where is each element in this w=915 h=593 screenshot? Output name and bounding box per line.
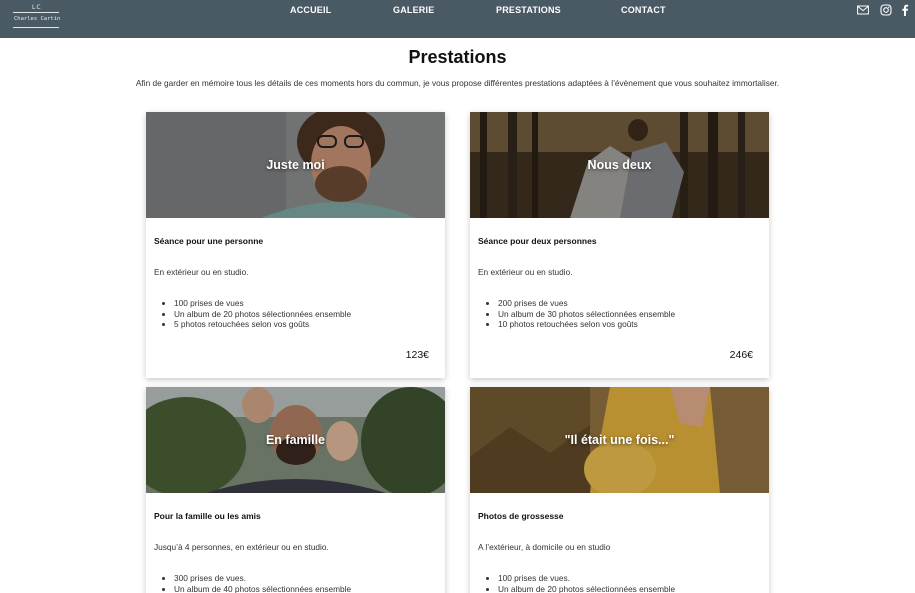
mail-icon[interactable] (857, 4, 869, 16)
page-title: Prestations (408, 47, 507, 67)
list-item: 5 photos retouchées selon vos goûts (174, 319, 351, 330)
nav-galerie[interactable]: GALERIE (393, 5, 434, 15)
logo-monogram: LC (32, 4, 42, 11)
list-item: Un album de 20 photos sélectionnées ense… (498, 584, 675, 593)
logo-line-bottom (13, 27, 59, 28)
card-title: "Il était une fois..." (564, 433, 675, 447)
card-description: A l’extérieur, à domicile ou en studio (478, 542, 611, 552)
offer-card-juste-moi[interactable]: Juste moi Séance pour une personne En ex… (146, 112, 445, 378)
card-description: En extérieur ou en studio. (478, 267, 573, 277)
list-item: 200 prises de vues (498, 298, 675, 309)
top-navigation-bar: LC Charles Cartin ACCUEIL GALERIE PRESTA… (0, 0, 915, 38)
card-feature-list: 300 prises de vues. Un album de 40 photo… (174, 573, 351, 593)
card-subtitle: Photos de grossesse (478, 511, 564, 521)
list-item: Un album de 20 photos sélectionnées ense… (174, 309, 351, 320)
list-item: 10 photos retouchées selon vos goûts (498, 319, 675, 330)
list-item: 100 prises de vues. (498, 573, 675, 584)
offer-card-il-etait-une-fois[interactable]: "Il était une fois..." Photos de grosses… (470, 387, 769, 593)
instagram-icon[interactable] (880, 4, 892, 16)
card-description: En extérieur ou en studio. (154, 267, 249, 277)
offer-card-nous-deux[interactable]: Nous deux Séance pour deux personnes En … (470, 112, 769, 378)
card-subtitle: Séance pour une personne (154, 236, 264, 246)
card-feature-list: 100 prises de vues Un album de 20 photos… (174, 298, 351, 330)
card-subtitle: Séance pour deux personnes (478, 236, 597, 246)
list-item: Un album de 30 photos sélectionnées ense… (498, 309, 675, 320)
card-title: Juste moi (266, 158, 325, 172)
card-price: 246€ (729, 349, 753, 361)
card-price: 123€ (405, 349, 429, 361)
page-intro: Afin de garder en mémoire tous les détai… (135, 78, 780, 88)
card-title: Nous deux (587, 158, 652, 172)
card-description: Jusqu’à 4 personnes, en extérieur ou en … (154, 542, 329, 552)
offer-card-en-famille[interactable]: En famille Pour la famille ou les amis J… (146, 387, 445, 593)
nav-prestations[interactable]: PRESTATIONS (496, 5, 561, 15)
card-title: En famille (265, 433, 326, 447)
facebook-icon[interactable] (899, 4, 911, 16)
list-item: 300 prises de vues. (174, 573, 351, 584)
logo-line-top (13, 12, 59, 13)
nav-contact[interactable]: CONTACT (621, 5, 666, 15)
card-feature-list: 100 prises de vues. Un album de 20 photo… (498, 573, 675, 593)
site-logo[interactable]: LC Charles Cartin (13, 4, 61, 30)
nav-accueil[interactable]: ACCUEIL (290, 5, 331, 15)
list-item: 100 prises de vues (174, 298, 351, 309)
card-feature-list: 200 prises de vues Un album de 30 photos… (498, 298, 675, 330)
list-item: Un album de 40 photos sélectionnées ense… (174, 584, 351, 593)
logo-name: Charles Cartin (14, 16, 61, 22)
card-subtitle: Pour la famille ou les amis (154, 511, 261, 521)
